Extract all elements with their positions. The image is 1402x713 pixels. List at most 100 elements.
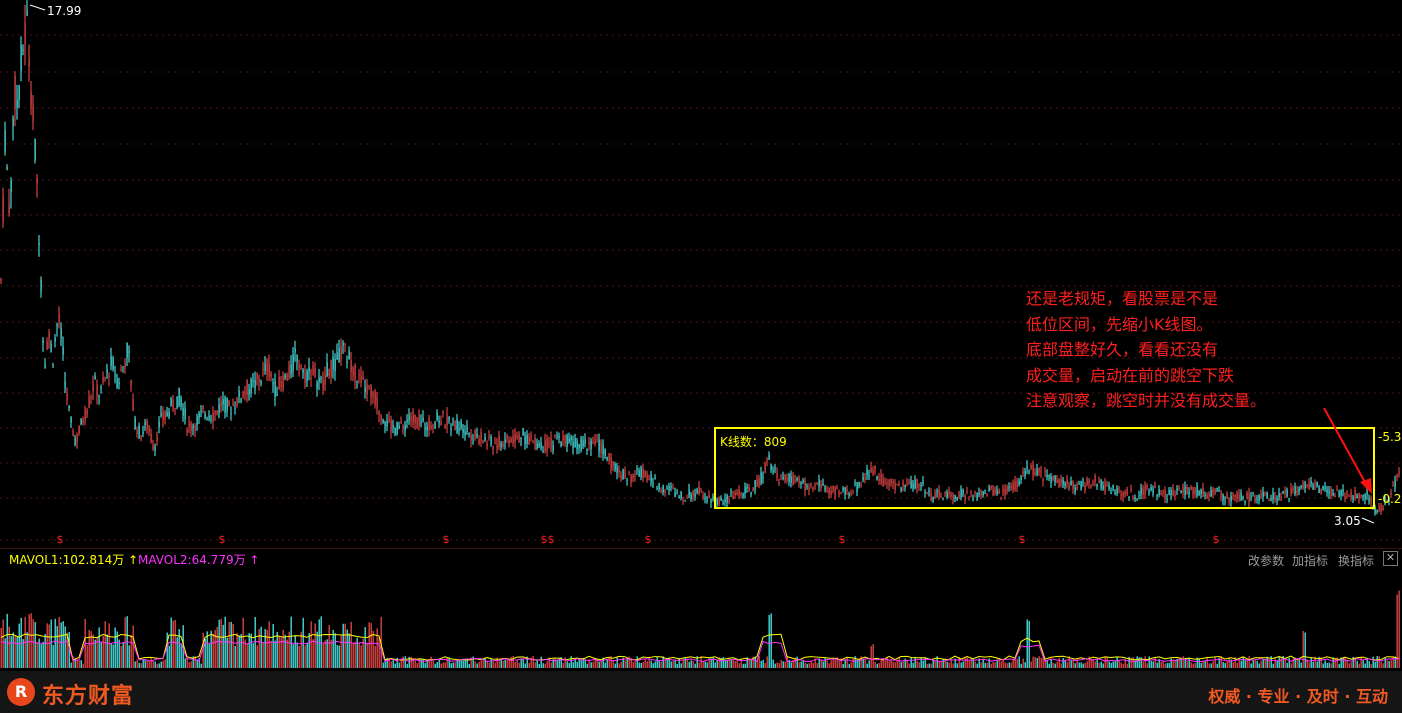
volume-bar xyxy=(568,663,570,668)
volume-bar xyxy=(1378,656,1380,668)
volume-bar xyxy=(148,660,150,668)
volume-bar xyxy=(674,660,676,668)
candle-body xyxy=(1358,493,1360,499)
candle-body xyxy=(1044,471,1046,473)
high-leader-line xyxy=(29,4,46,11)
volume-bar xyxy=(476,663,478,668)
candle-body xyxy=(162,411,164,421)
volume-bar xyxy=(784,661,786,668)
volume-bar xyxy=(692,661,694,668)
candle-body xyxy=(1108,485,1110,489)
candle-body xyxy=(802,479,804,483)
candle-body xyxy=(322,380,324,389)
candle-body xyxy=(1228,498,1230,502)
volume-bar xyxy=(432,660,434,668)
candle-body xyxy=(648,478,650,480)
volume-bar xyxy=(336,645,338,668)
volume-bar xyxy=(666,659,668,668)
candle-body xyxy=(880,474,882,484)
candle-body xyxy=(1060,478,1062,484)
candle-body xyxy=(1178,487,1180,489)
candle-body xyxy=(1022,471,1024,475)
candle-body xyxy=(796,478,798,480)
candle-body xyxy=(360,375,362,384)
candle-body xyxy=(200,410,202,413)
volume-bar xyxy=(1106,656,1108,668)
candle-body xyxy=(970,492,972,494)
candle-body xyxy=(376,397,378,409)
volume-bar xyxy=(1310,657,1312,668)
candle-body xyxy=(24,23,26,45)
candle-body xyxy=(1064,483,1066,487)
candle-body xyxy=(86,409,88,415)
candle-body xyxy=(424,427,426,431)
candle-body xyxy=(464,431,466,436)
candle-body xyxy=(1172,488,1174,496)
switch-indicator-button[interactable]: 换指标 xyxy=(1338,552,1374,569)
candle-body xyxy=(774,468,776,470)
add-indicator-button[interactable]: 加指标 xyxy=(1292,552,1328,569)
candle-body xyxy=(1076,484,1078,490)
candle-body xyxy=(628,471,630,473)
volume-bar xyxy=(1242,656,1244,668)
candle-body xyxy=(546,438,548,451)
candle-body xyxy=(444,425,446,428)
candle-body xyxy=(354,365,356,381)
candle-body xyxy=(1296,490,1298,494)
event-marker-glyph: $ xyxy=(219,533,226,546)
volume-bar xyxy=(36,641,38,668)
candle-body xyxy=(260,380,262,384)
volume-bar xyxy=(1376,656,1378,668)
volume-bar xyxy=(1162,660,1164,668)
candle-body xyxy=(1250,496,1252,498)
candle-body xyxy=(728,499,730,502)
candle-body xyxy=(1158,489,1160,496)
volume-bar xyxy=(1360,656,1362,668)
volume-bar xyxy=(522,659,524,668)
volume-bar xyxy=(986,662,988,668)
volume-bar xyxy=(12,632,14,668)
candle-body xyxy=(974,492,976,494)
candle-body xyxy=(836,487,838,489)
candle-body xyxy=(552,445,554,451)
candle-body xyxy=(1344,495,1346,498)
candle-body xyxy=(236,397,238,406)
candle-body xyxy=(1352,496,1354,500)
candle-body xyxy=(960,489,962,498)
volume-bar xyxy=(1018,656,1020,668)
candle-body xyxy=(1114,492,1116,495)
candle-body xyxy=(1062,479,1064,486)
candle-body xyxy=(1256,497,1258,500)
annotation-arrow xyxy=(1323,407,1367,485)
candle-body xyxy=(588,442,590,445)
volume-bar xyxy=(392,660,394,668)
volume-bar xyxy=(1122,663,1124,668)
volume-bar xyxy=(870,646,872,668)
candle-body xyxy=(706,499,708,501)
change-params-button[interactable]: 改参数 xyxy=(1248,552,1284,569)
candle-body xyxy=(1020,476,1022,480)
volume-bar xyxy=(1304,632,1306,668)
volume-bar xyxy=(160,661,162,668)
candle-body xyxy=(1300,485,1302,489)
close-icon[interactable]: ✕ xyxy=(1383,551,1398,566)
candle-body xyxy=(128,351,130,354)
volume-bar xyxy=(0,627,2,668)
volume-bar xyxy=(494,662,496,668)
candle-body xyxy=(596,439,598,441)
candle-body xyxy=(50,343,52,352)
candle-body xyxy=(922,481,924,484)
candle-body xyxy=(1260,493,1262,496)
candle-body xyxy=(344,343,346,345)
candle-body xyxy=(682,499,684,501)
volume-bar xyxy=(306,642,308,668)
candle-body xyxy=(986,493,988,497)
volume-bar xyxy=(150,658,152,668)
candle-body xyxy=(892,481,894,485)
candle-body xyxy=(948,491,950,495)
volume-bar xyxy=(22,639,24,668)
candle-body xyxy=(436,412,438,420)
candle-body xyxy=(654,477,656,479)
volume-bar xyxy=(374,645,376,668)
candle-body xyxy=(914,479,916,489)
